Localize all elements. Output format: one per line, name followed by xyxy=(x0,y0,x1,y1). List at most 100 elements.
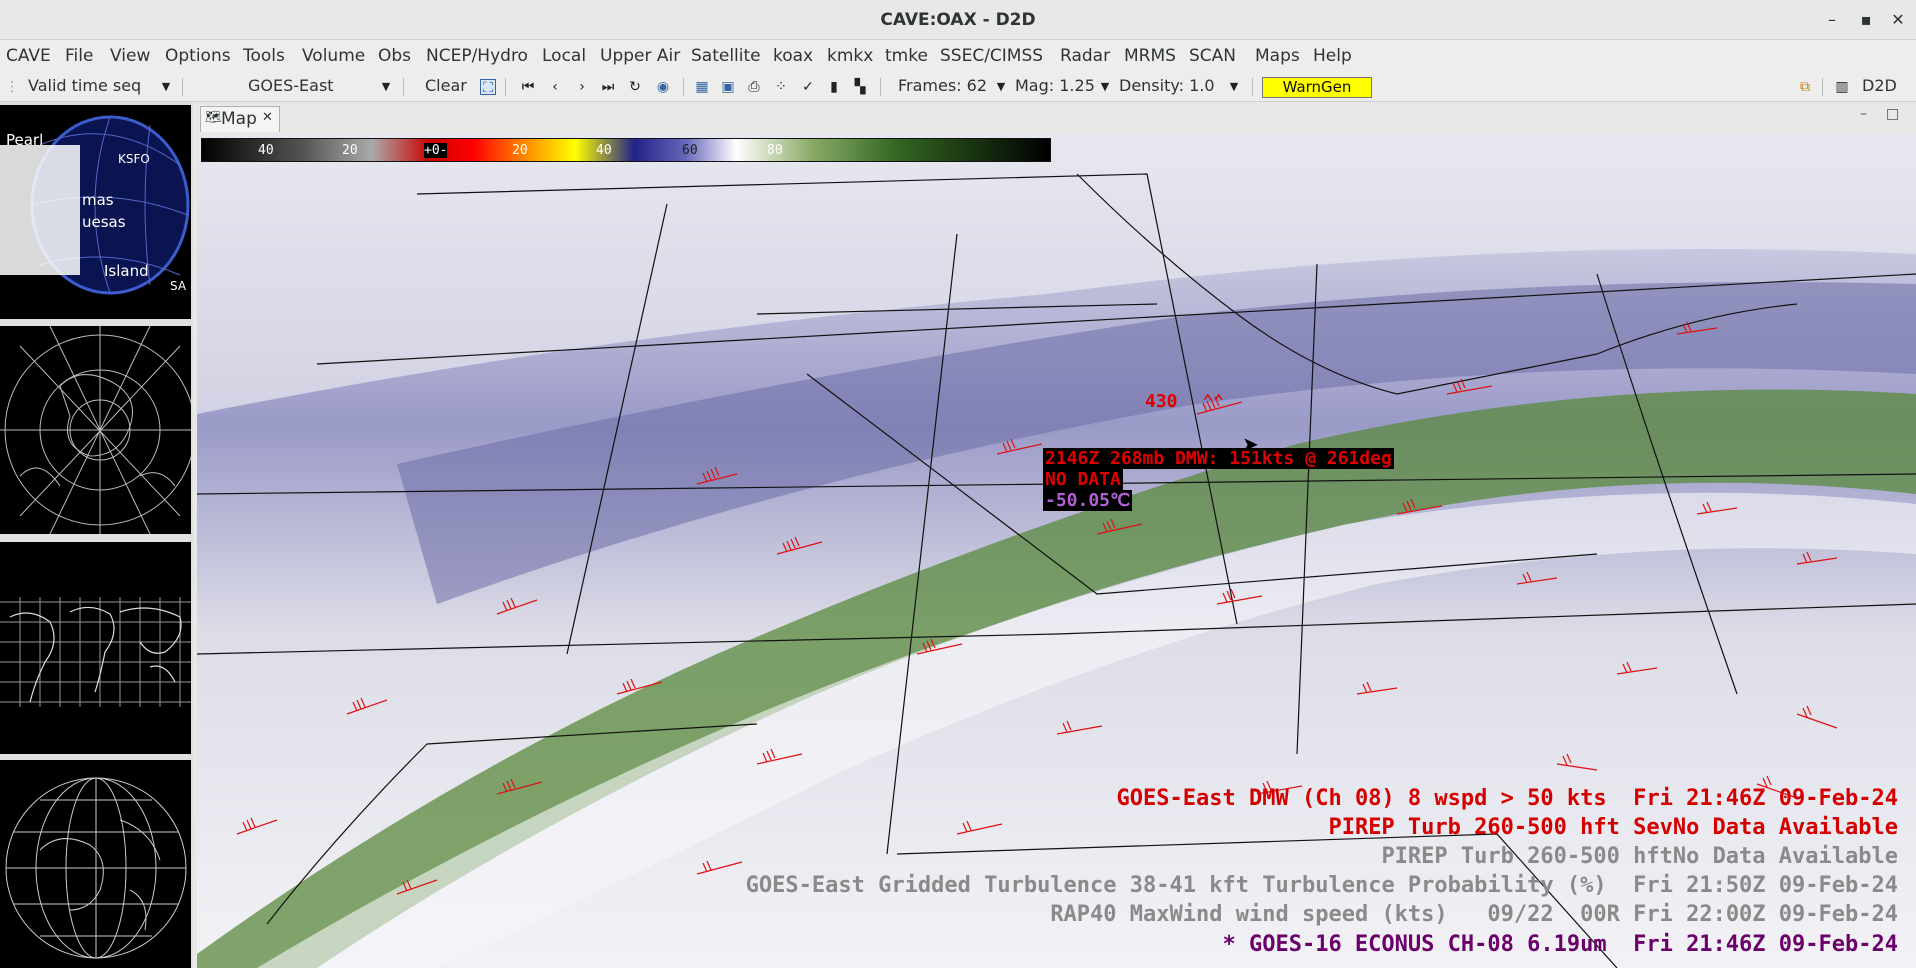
grip-icon: ⋮ xyxy=(5,79,19,95)
loop-icon[interactable]: ↻ xyxy=(627,79,643,95)
first-frame-icon[interactable]: ⏮ xyxy=(520,79,536,95)
menu-volume[interactable]: Volume xyxy=(302,46,365,66)
minimize-button[interactable]: – xyxy=(1817,8,1847,32)
menu-maps[interactable]: Maps xyxy=(1255,46,1300,66)
menu-mrms[interactable]: MRMS xyxy=(1124,46,1176,66)
menu-satellite[interactable]: Satellite xyxy=(691,46,761,66)
frames-dropdown[interactable]: Frames: 62 xyxy=(898,76,987,95)
menu-bar: CAVE File View Options Tools Volume Obs … xyxy=(0,40,1916,72)
thumbnail-north-polar[interactable] xyxy=(0,326,191,534)
toolbar-divider xyxy=(1252,78,1253,96)
colorbar-label: 20 xyxy=(512,143,528,158)
colorbar-label: 20 xyxy=(342,143,358,158)
chevron-down-icon[interactable]: ▼ xyxy=(158,79,174,95)
menu-upper-air[interactable]: Upper Air xyxy=(600,46,680,66)
menu-koax[interactable]: koax xyxy=(773,46,813,66)
menu-obs[interactable]: Obs xyxy=(378,46,411,66)
map-display[interactable]: 40 20 +0- 20 40 60 80 xyxy=(197,134,1916,968)
thumbnail-world-mercator[interactable] xyxy=(0,542,191,754)
thumb-label-sa: SA xyxy=(170,279,187,293)
minimize-editor-icon[interactable]: – xyxy=(1860,106,1867,122)
maximize-button[interactable]: ▪ xyxy=(1851,8,1881,32)
legend-pirep-sev[interactable]: PIREP Turb 260-500 hft SevNo Data Availa… xyxy=(1328,815,1898,840)
perspective-icon: ▥ xyxy=(1835,79,1849,95)
perspective-d2d-button[interactable]: D2D xyxy=(1862,76,1897,95)
menu-cave[interactable]: CAVE xyxy=(6,46,51,66)
menu-help[interactable]: Help xyxy=(1313,46,1352,66)
colorbar-label: 80 xyxy=(767,143,783,158)
colorbar-label: +0- xyxy=(424,143,448,158)
window-title: CAVE:OAX - D2D xyxy=(880,10,1036,30)
tab-map[interactable]: 🗺 Map ✕ xyxy=(200,106,280,132)
thumb-label-mas: mas xyxy=(82,191,114,209)
chevron-down-icon[interactable]: ▼ xyxy=(1097,79,1113,95)
thumbnail-pacific[interactable]: Pearl KSFO mas uesas Island SA xyxy=(0,105,191,319)
toolbar-divider xyxy=(1822,78,1823,96)
thumbnail-globe[interactable] xyxy=(0,760,191,968)
close-tab-icon[interactable]: ✕ xyxy=(262,110,273,125)
menu-ncep-hydro[interactable]: NCEP/Hydro xyxy=(426,46,528,66)
colorbar-label: 60 xyxy=(682,143,698,158)
mag-dropdown[interactable]: Mag: 1.25 xyxy=(1015,76,1095,95)
layers-icon[interactable]: ▦ xyxy=(694,79,710,95)
title-bar: CAVE:OAX - D2D – ▪ ✕ xyxy=(0,0,1916,40)
next-frame-icon[interactable]: › xyxy=(574,79,590,95)
menu-kmkx[interactable]: kmkx xyxy=(827,46,873,66)
print-icon[interactable]: ⎙ xyxy=(746,79,762,95)
menu-scan[interactable]: SCAN xyxy=(1189,46,1236,66)
open-perspective-icon[interactable]: ⧉ xyxy=(1797,79,1813,95)
time-mode-dropdown[interactable]: Valid time seq xyxy=(28,76,141,95)
readout-line-dmw: 2146Z 268mb DMW: 151kts @ 261deg xyxy=(1043,448,1394,469)
legend-gridded-turbulence[interactable]: GOES-East Gridded Turbulence 38-41 kft T… xyxy=(746,873,1898,898)
menu-options[interactable]: Options xyxy=(165,46,231,66)
legend-pirep[interactable]: PIREP Turb 260-500 hftNo Data Available xyxy=(1381,844,1898,869)
image-properties-icon[interactable]: ▣ xyxy=(720,79,736,95)
menu-radar[interactable]: Radar xyxy=(1060,46,1110,66)
warngen-button[interactable]: WarnGen xyxy=(1262,77,1372,98)
menu-local[interactable]: Local xyxy=(542,46,586,66)
points-icon[interactable]: ⁘ xyxy=(773,79,789,95)
chevron-down-icon[interactable]: ▼ xyxy=(1226,79,1242,95)
legend-dmw[interactable]: GOES-East DMW (Ch 08) 8 wspd > 50 kts Fr… xyxy=(1117,786,1898,811)
auto-update-icon[interactable]: ◉ xyxy=(655,79,671,95)
colorbar-label: 40 xyxy=(596,143,612,158)
chevron-down-icon[interactable]: ▼ xyxy=(993,79,1009,95)
maximize-editor-icon[interactable]: □ xyxy=(1886,106,1899,122)
panel-four-icon[interactable]: ▚ xyxy=(852,79,868,95)
toolbar-divider xyxy=(683,78,684,96)
density-dropdown[interactable]: Density: 1.0 xyxy=(1119,76,1215,95)
toolbar-divider xyxy=(403,78,404,96)
turbulence-symbol-icon: ⌃⌃ xyxy=(1202,391,1225,412)
sample-icon[interactable]: ✓ xyxy=(800,79,816,95)
clear-button[interactable]: Clear xyxy=(425,76,467,95)
last-frame-icon[interactable]: ⏭ xyxy=(600,79,616,95)
legend-goes16-ch08[interactable]: * GOES-16 ECONUS CH-08 6.19um Fri 21:46Z… xyxy=(1222,932,1898,957)
chevron-down-icon[interactable]: ▼ xyxy=(378,79,394,95)
tab-map-label: Map xyxy=(221,109,257,129)
readout-line-nodata: NO DATA xyxy=(1043,469,1123,490)
pirep-marker: 430 ⌃⌃ xyxy=(1145,391,1224,412)
colorbar-label: 40 xyxy=(258,143,274,158)
thumb-label-island: Island xyxy=(104,262,149,280)
menu-tmke[interactable]: tmke xyxy=(885,46,928,66)
pirep-marker-value: 430 xyxy=(1145,391,1178,412)
source-dropdown[interactable]: GOES-East xyxy=(248,76,334,95)
legend-rap40-maxwind[interactable]: RAP40 MaxWind wind speed (kts) 09/22 00R… xyxy=(1050,902,1898,927)
menu-tools[interactable]: Tools xyxy=(243,46,285,66)
sample-readout: 2146Z 268mb DMW: 151kts @ 261deg NO DATA… xyxy=(1043,448,1394,511)
panel-single-icon[interactable]: ▮ xyxy=(826,79,842,95)
menu-ssec-cimss[interactable]: SSEC/CIMSS xyxy=(940,46,1043,66)
zoom-extent-icon[interactable]: ⛶ xyxy=(480,79,496,96)
toolbar-divider xyxy=(182,78,183,96)
water-vapor-imagery xyxy=(197,134,1916,968)
toolbar-divider xyxy=(505,78,506,96)
thumb-label-ksfo: KSFO xyxy=(118,152,150,166)
thumbnail-panel: Pearl KSFO mas uesas Island SA xyxy=(0,102,193,968)
toolbar: ⋮ Valid time seq ▼ GOES-East ▼ Clear ⛶ ⏮… xyxy=(0,72,1916,102)
thumb-label-pearl: Pearl xyxy=(6,131,43,149)
previous-frame-icon[interactable]: ‹ xyxy=(547,79,563,95)
menu-file[interactable]: File xyxy=(65,46,93,66)
menu-view[interactable]: View xyxy=(110,46,150,66)
colorbar: 40 20 +0- 20 40 60 80 xyxy=(201,138,1051,162)
close-button[interactable]: ✕ xyxy=(1883,8,1913,32)
